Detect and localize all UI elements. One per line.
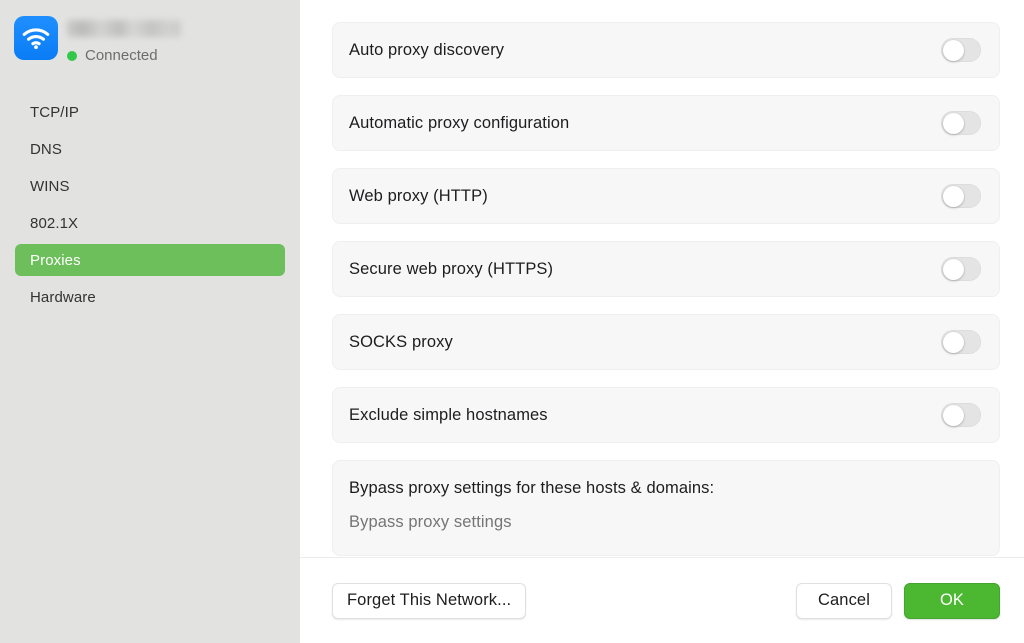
forget-this-network-button[interactable]: Forget This Network... bbox=[332, 582, 527, 619]
sidebar-item-hardware[interactable]: Hardware bbox=[15, 281, 285, 313]
bypass-proxy-title: Bypass proxy settings for these hosts & … bbox=[349, 479, 715, 497]
toggle-secure-web-proxy-https[interactable] bbox=[941, 257, 981, 281]
network-header: Connected bbox=[0, 16, 300, 74]
row-label: Automatic proxy configuration bbox=[349, 113, 570, 132]
toggle-auto-proxy-discovery[interactable] bbox=[941, 38, 981, 62]
ok-button[interactable]: OK bbox=[904, 582, 1000, 619]
bypass-proxy-input[interactable] bbox=[349, 513, 983, 532]
content-pane: Auto proxy discovery Automatic proxy con… bbox=[300, 0, 1024, 643]
sidebar-item-tcpip[interactable]: TCP/IP bbox=[15, 96, 285, 128]
toggle-socks-proxy[interactable] bbox=[941, 330, 981, 354]
proxies-scroll-area[interactable]: Auto proxy discovery Automatic proxy con… bbox=[300, 0, 1024, 557]
proxy-row-secure-web-https[interactable]: Secure web proxy (HTTPS) bbox=[332, 241, 1000, 297]
toggle-automatic-proxy-configuration[interactable] bbox=[941, 111, 981, 135]
sidebar-item-label: WINS bbox=[30, 177, 70, 195]
sidebar-item-label: Proxies bbox=[30, 251, 81, 269]
row-label: Web proxy (HTTP) bbox=[349, 186, 488, 205]
wifi-icon bbox=[14, 16, 58, 60]
proxy-row-auto-discovery[interactable]: Auto proxy discovery bbox=[332, 22, 1000, 78]
toggle-knob bbox=[942, 112, 964, 134]
sidebar-nav: TCP/IP DNS WINS 802.1X Proxies Hardware bbox=[0, 96, 300, 313]
toggle-knob bbox=[942, 331, 964, 353]
sidebar-item-proxies[interactable]: Proxies bbox=[15, 244, 285, 276]
sidebar-item-label: 802.1X bbox=[30, 214, 79, 232]
bypass-proxy-card: Bypass proxy settings for these hosts & … bbox=[332, 460, 1000, 556]
connection-status: Connected bbox=[67, 48, 181, 63]
network-name-redacted bbox=[67, 20, 181, 37]
network-proxies-dialog: Connected TCP/IP DNS WINS 802.1X Proxies… bbox=[0, 0, 1024, 643]
row-label: Exclude simple hostnames bbox=[349, 405, 548, 424]
row-label: SOCKS proxy bbox=[349, 332, 453, 351]
proxy-row-exclude-simple-hostnames[interactable]: Exclude simple hostnames bbox=[332, 387, 1000, 443]
sidebar-item-dns[interactable]: DNS bbox=[15, 133, 285, 165]
row-label: Auto proxy discovery bbox=[349, 40, 505, 59]
status-dot-icon bbox=[67, 50, 77, 61]
proxy-row-socks[interactable]: SOCKS proxy bbox=[332, 314, 1000, 370]
sidebar-item-8021x[interactable]: 802.1X bbox=[15, 207, 285, 239]
sidebar-item-label: DNS bbox=[30, 140, 62, 158]
dialog-footer: Forget This Network... Cancel OK bbox=[300, 558, 1024, 643]
toggle-knob bbox=[942, 404, 964, 426]
toggle-exclude-simple-hostnames[interactable] bbox=[941, 403, 981, 427]
network-meta: Connected bbox=[67, 16, 181, 63]
status-label: Connected bbox=[85, 47, 158, 64]
sidebar-item-label: Hardware bbox=[30, 288, 96, 306]
sidebar: Connected TCP/IP DNS WINS 802.1X Proxies… bbox=[0, 0, 300, 643]
proxy-row-automatic-config[interactable]: Automatic proxy configuration bbox=[332, 95, 1000, 151]
cancel-button[interactable]: Cancel bbox=[796, 582, 892, 619]
sidebar-item-label: TCP/IP bbox=[30, 103, 79, 121]
toggle-web-proxy-http[interactable] bbox=[941, 184, 981, 208]
sidebar-item-wins[interactable]: WINS bbox=[15, 170, 285, 202]
toggle-knob bbox=[942, 39, 964, 61]
toggle-knob bbox=[942, 185, 964, 207]
toggle-knob bbox=[942, 258, 964, 280]
proxy-row-web-http[interactable]: Web proxy (HTTP) bbox=[332, 168, 1000, 224]
row-label: Secure web proxy (HTTPS) bbox=[349, 259, 554, 278]
